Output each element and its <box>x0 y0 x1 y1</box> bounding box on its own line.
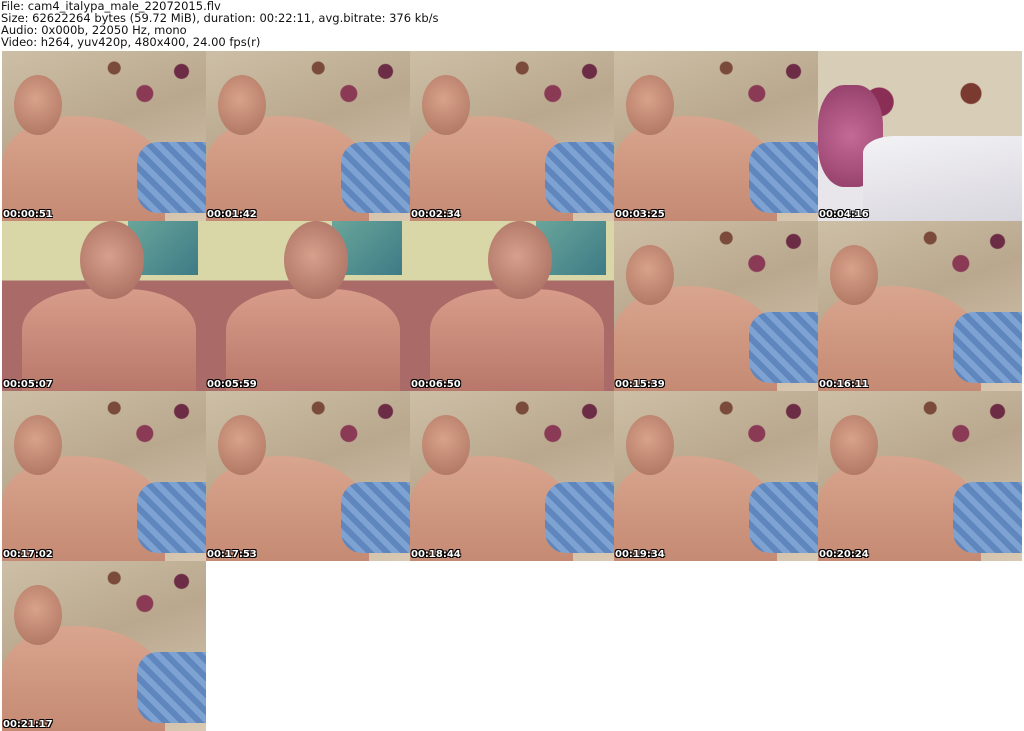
video-frame-thumbnail: 00:17:53 <box>206 391 410 561</box>
video-frame-thumbnail: 00:04:16 <box>818 51 1022 221</box>
video-frame-thumbnail: 00:06:50 <box>410 221 614 391</box>
frame-image <box>2 391 206 561</box>
frame-timestamp: 00:04:16 <box>819 209 869 220</box>
frame-image <box>206 391 410 561</box>
frame-image <box>818 391 1022 561</box>
frame-timestamp: 00:15:39 <box>615 379 665 390</box>
video-frame-thumbnail: 00:01:42 <box>206 51 410 221</box>
video-frame-thumbnail: 00:15:39 <box>614 221 818 391</box>
video-frame-thumbnail: 00:16:11 <box>818 221 1022 391</box>
file-info-header: File: cam4_italypa_male_22072015.flv Siz… <box>1 0 439 48</box>
frame-timestamp: 00:05:07 <box>3 379 53 390</box>
frame-timestamp: 00:20:24 <box>819 549 869 560</box>
frame-image <box>614 51 818 221</box>
video-frame-thumbnail: 00:05:07 <box>2 221 206 391</box>
frame-image <box>614 221 818 391</box>
video-frame-thumbnail: 00:19:34 <box>614 391 818 561</box>
frame-timestamp: 00:02:34 <box>411 209 461 220</box>
video-frame-thumbnail: 00:17:02 <box>2 391 206 561</box>
frame-timestamp: 00:21:17 <box>3 719 53 730</box>
frame-image <box>206 221 410 391</box>
frame-image <box>2 561 206 731</box>
frame-timestamp: 00:16:11 <box>819 379 869 390</box>
frame-timestamp: 00:01:42 <box>207 209 257 220</box>
video-frame-thumbnail: 00:20:24 <box>818 391 1022 561</box>
frame-image <box>614 391 818 561</box>
frame-timestamp: 00:06:50 <box>411 379 461 390</box>
frame-timestamp: 00:00:51 <box>3 209 53 220</box>
frame-image <box>410 51 614 221</box>
video-frame-thumbnail: 00:03:25 <box>614 51 818 221</box>
frame-image <box>410 221 614 391</box>
frame-image <box>2 51 206 221</box>
video-frame-thumbnail: 00:18:44 <box>410 391 614 561</box>
video-frame-thumbnail: 00:05:59 <box>206 221 410 391</box>
frame-image <box>2 221 206 391</box>
frame-timestamp: 00:17:53 <box>207 549 257 560</box>
frame-timestamp: 00:18:44 <box>411 549 461 560</box>
video-frame-thumbnail: 00:00:51 <box>2 51 206 221</box>
frame-image <box>206 51 410 221</box>
frame-timestamp: 00:03:25 <box>615 209 665 220</box>
frame-image <box>818 51 1022 221</box>
video-frame-thumbnail: 00:21:17 <box>2 561 206 731</box>
video-frame-thumbnail: 00:02:34 <box>410 51 614 221</box>
frame-timestamp: 00:19:34 <box>615 549 665 560</box>
frame-image <box>818 221 1022 391</box>
frame-timestamp: 00:17:02 <box>3 549 53 560</box>
frame-timestamp: 00:05:59 <box>207 379 257 390</box>
frame-image <box>410 391 614 561</box>
video-info-line: Video: h264, yuv420p, 480x400, 24.00 fps… <box>1 35 261 49</box>
thumbnail-grid: 00:00:51 00:01:42 00:02:34 00:03:25 00:04:16… <box>2 51 1022 731</box>
